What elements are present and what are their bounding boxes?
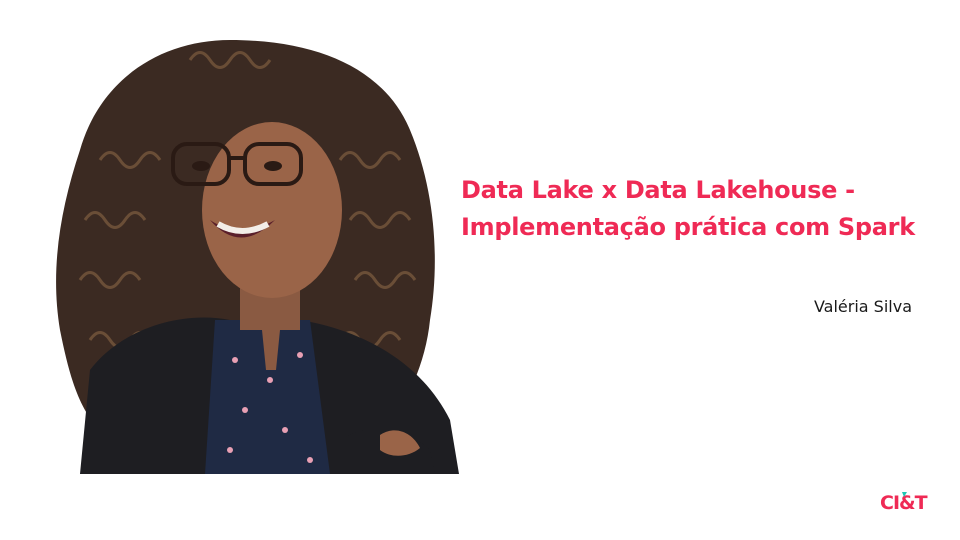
cit-logo: CI&T xyxy=(880,490,932,514)
slide: Data Lake x Data Lakehouse - Implementaç… xyxy=(0,0,960,540)
author-name: Valéria Silva xyxy=(813,297,912,316)
slide-title: Data Lake x Data Lakehouse - Implementaç… xyxy=(461,176,915,241)
speaker-photo xyxy=(40,40,459,474)
